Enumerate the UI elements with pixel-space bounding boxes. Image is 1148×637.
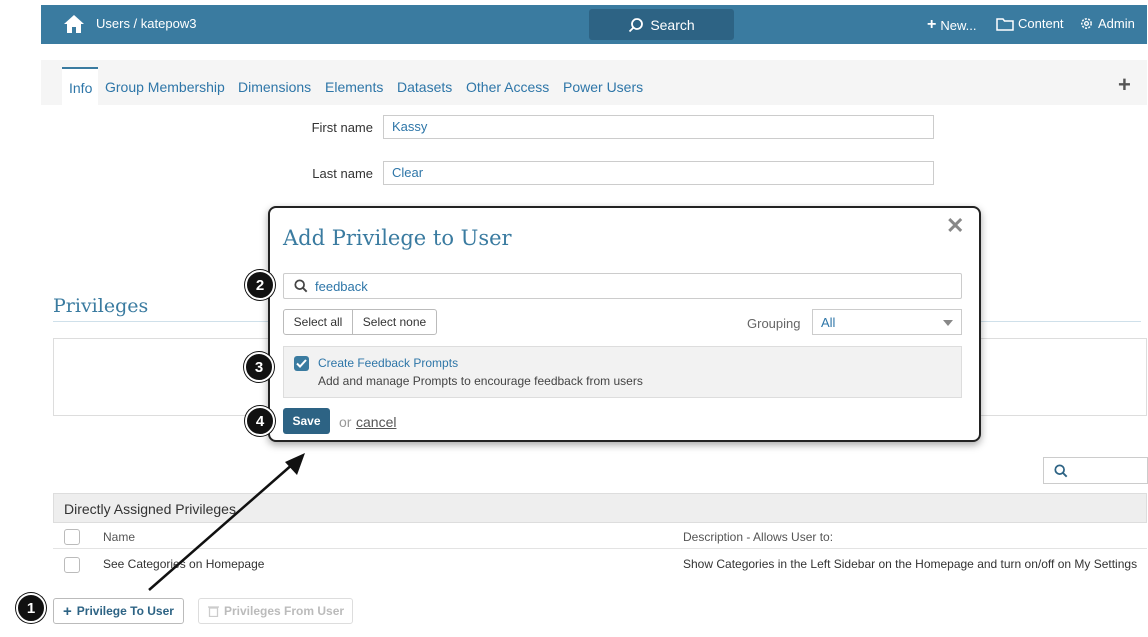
step-callout-4: 4	[245, 406, 275, 436]
step-callout-2: 2	[245, 270, 275, 300]
step-callout-3: 3	[244, 352, 274, 382]
step-callout-1: 1	[16, 593, 46, 623]
annotation-arrow	[148, 453, 305, 591]
